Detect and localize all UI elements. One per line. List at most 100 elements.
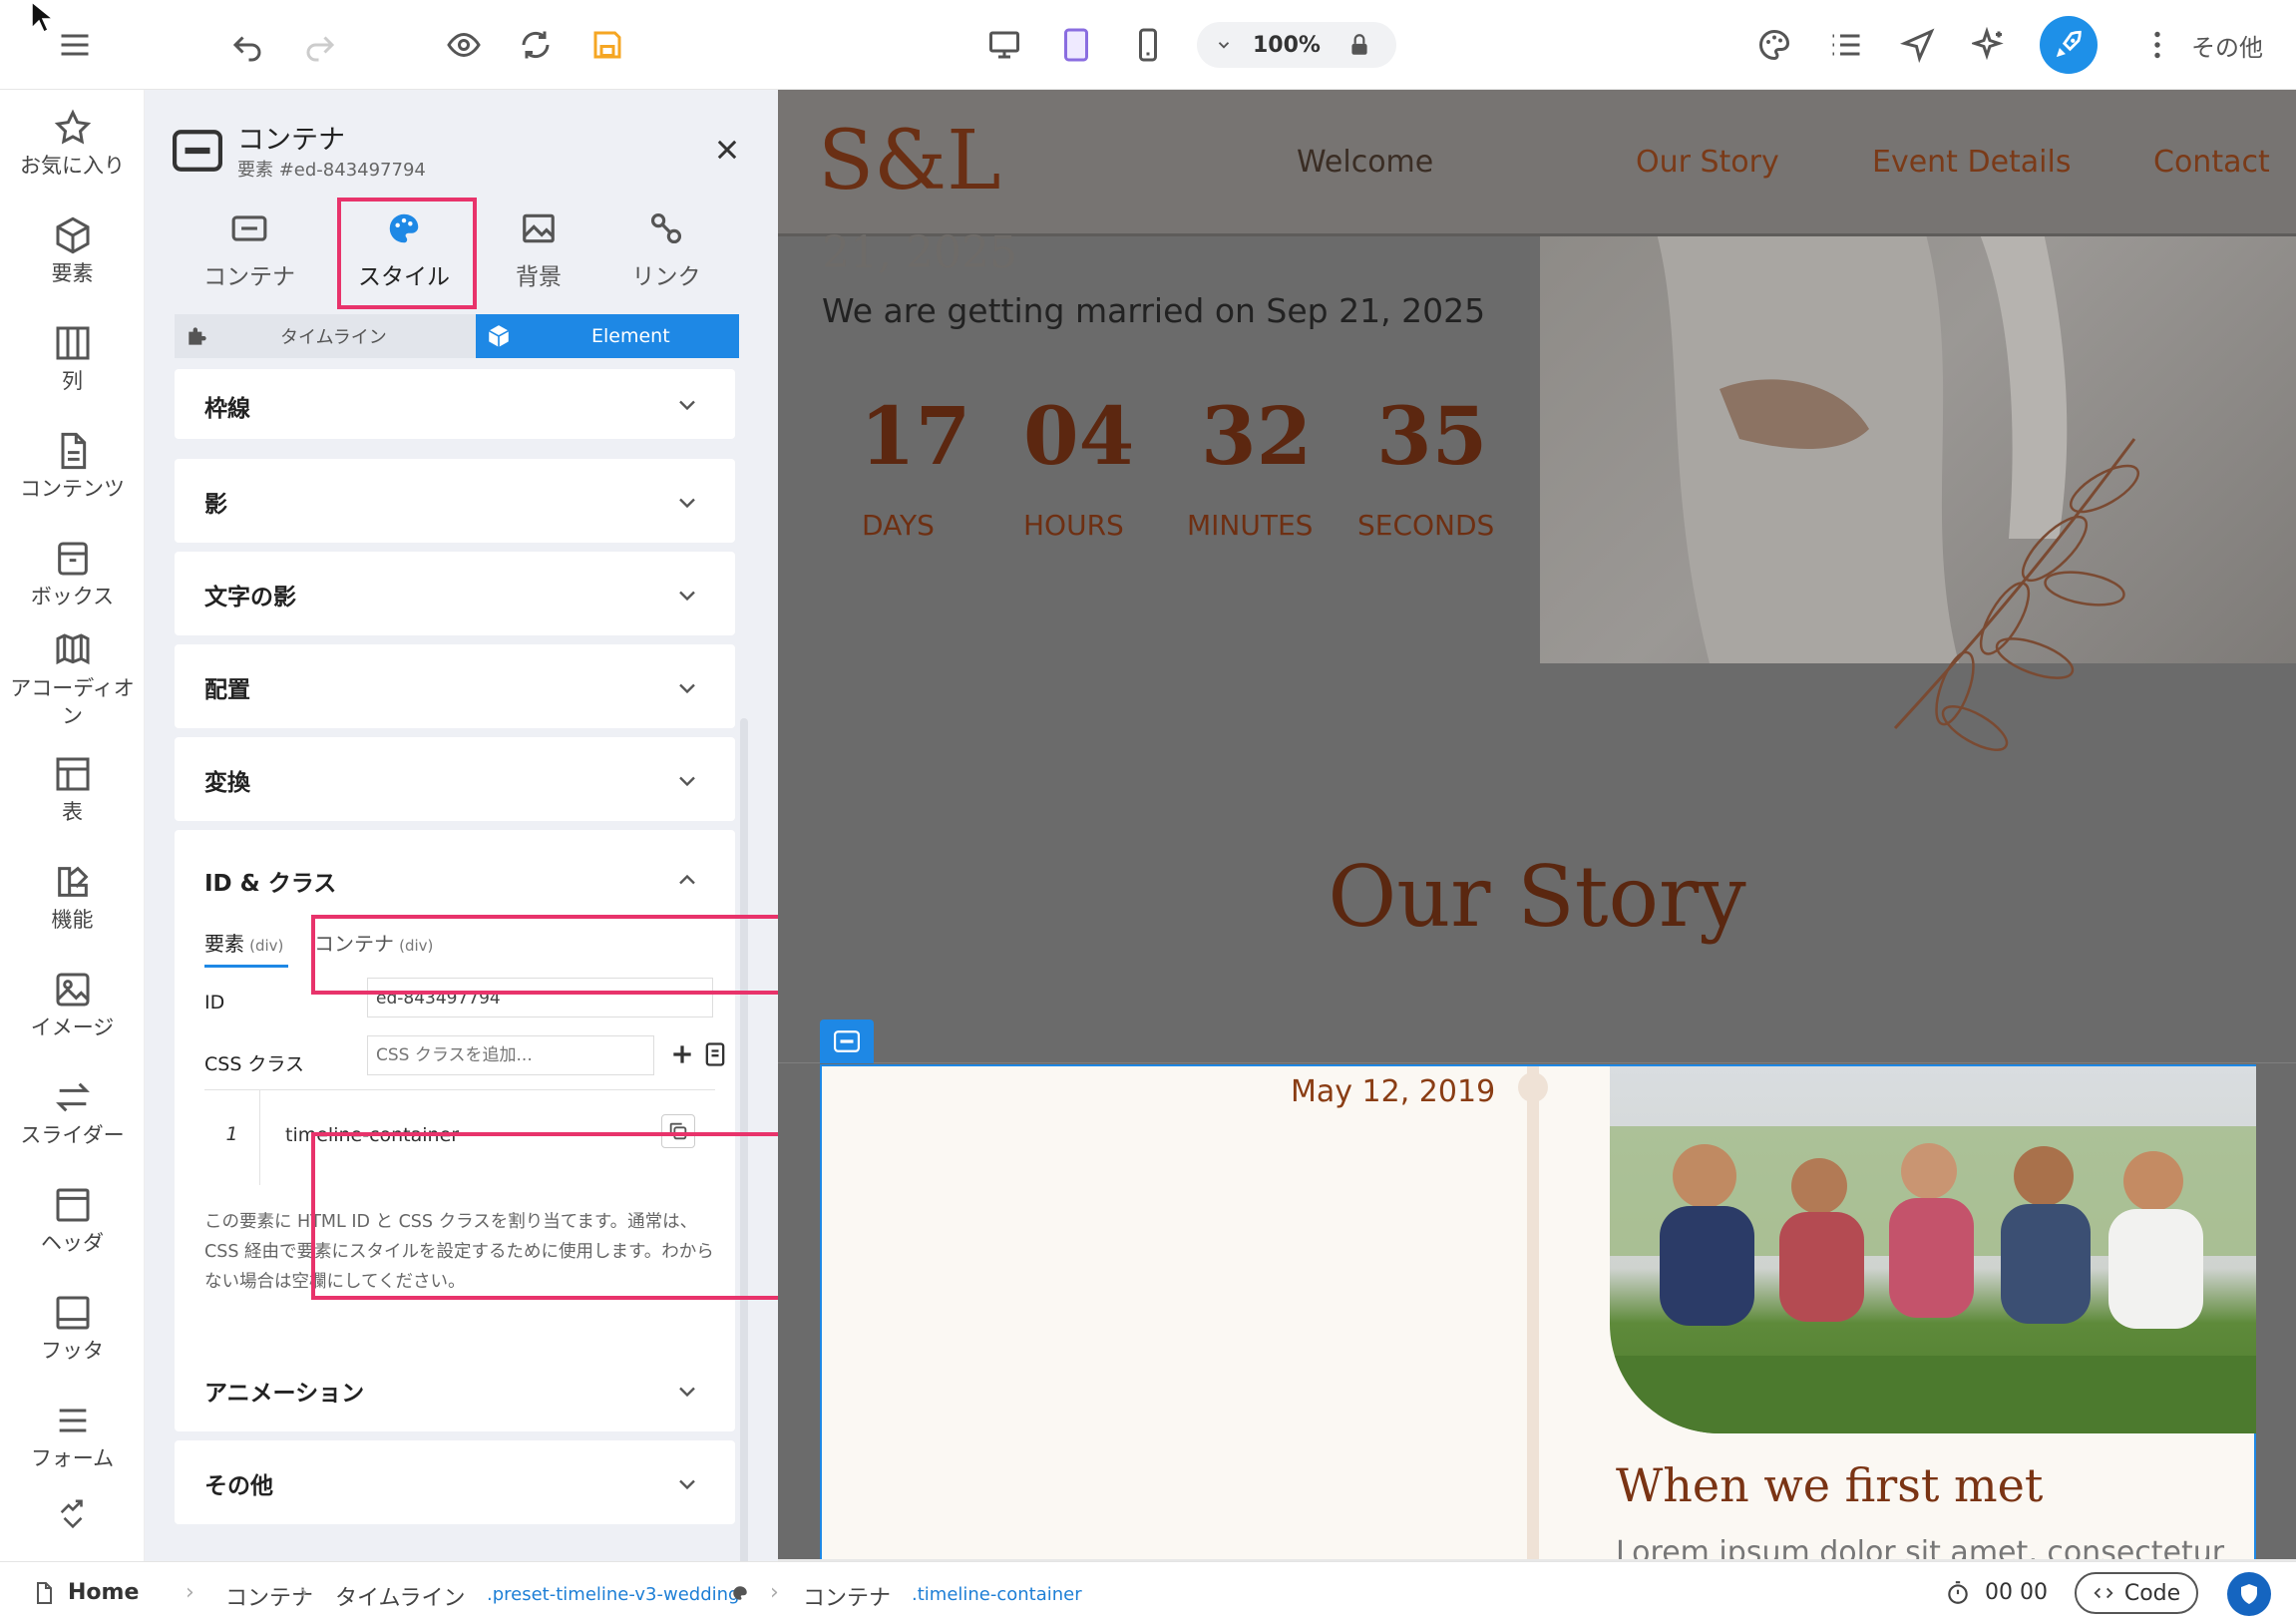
rail-item-label: ヘッダ xyxy=(41,1231,104,1255)
tablet-view-icon[interactable] xyxy=(1053,22,1099,68)
publish-rocket-button[interactable] xyxy=(2040,16,2098,74)
columns-icon xyxy=(56,326,89,360)
rail-item-contents[interactable]: コンテンツ xyxy=(0,431,145,503)
element-rail: お気に入り 要素 列 コンテンツ ボックス アコーディオン 表 機能 イメージ … xyxy=(0,90,145,1561)
section-animation[interactable]: アニメーション xyxy=(175,1348,735,1431)
selected-element-badge[interactable] xyxy=(820,1019,874,1063)
close-icon[interactable] xyxy=(713,136,741,164)
ai-sparkle-icon[interactable] xyxy=(1967,22,2013,68)
rail-item-label: アコーディオン xyxy=(10,676,135,728)
breadcrumb-container-current[interactable]: コンテナ xyxy=(803,1580,891,1612)
breadcrumb-preset-class[interactable]: .preset-timeline-v3-wedding xyxy=(487,1584,739,1605)
palette-icon[interactable] xyxy=(1751,22,1797,68)
zoom-control[interactable]: 100% xyxy=(1197,22,1396,68)
timeline-dot xyxy=(1518,1072,1548,1102)
section-title: その他 xyxy=(204,1473,273,1499)
more-dots-icon[interactable] xyxy=(2134,22,2180,68)
timeline-container-selected[interactable]: May 12, 2019 When we first met Lorem ips… xyxy=(820,1064,2256,1561)
class-library-icon[interactable] xyxy=(701,1039,729,1069)
rail-item-accordion[interactable]: アコーディオン xyxy=(0,630,145,730)
document-icon xyxy=(61,432,86,470)
link-icon xyxy=(650,212,682,244)
nav-welcome[interactable]: Welcome xyxy=(1297,145,1433,180)
preview-eye-icon[interactable] xyxy=(441,22,487,68)
segment-element[interactable]: Element xyxy=(476,314,739,358)
security-shield-button[interactable] xyxy=(2227,1572,2271,1616)
countdown-seconds-label: SECONDS xyxy=(1357,509,1495,542)
tab-container[interactable]: コンテナ xyxy=(190,209,309,304)
chevron-down-icon xyxy=(673,674,701,702)
save-icon[interactable] xyxy=(584,22,630,68)
segment-timeline[interactable]: タイムライン xyxy=(175,314,476,358)
mobile-view-icon[interactable] xyxy=(1125,22,1171,68)
add-class-plus-icon[interactable] xyxy=(669,1041,695,1067)
palette-icon xyxy=(731,1584,749,1602)
rail-item-form[interactable]: フォーム xyxy=(0,1401,145,1472)
chevron-down-icon xyxy=(673,582,701,609)
rail-item-label: イメージ xyxy=(30,1015,115,1039)
section-transform[interactable]: 変換 xyxy=(175,737,735,821)
more-label[interactable]: その他 xyxy=(2191,28,2263,63)
section-text-shadow[interactable]: 文字の影 xyxy=(175,552,735,635)
rail-item-label: スライダー xyxy=(20,1123,125,1147)
section-title: 文字の影 xyxy=(204,585,296,610)
breadcrumb-timeline[interactable]: タイムライン xyxy=(335,1580,465,1612)
rail-item-table[interactable]: 表 xyxy=(0,754,145,826)
nav-contact[interactable]: Contact xyxy=(2153,145,2270,180)
container-icon xyxy=(834,1030,860,1052)
section-align[interactable]: 配置 xyxy=(175,644,735,728)
chevron-up-icon[interactable] xyxy=(673,866,701,894)
footer-icon xyxy=(56,1296,89,1330)
table-icon xyxy=(56,757,89,791)
redo-icon[interactable] xyxy=(297,22,343,68)
zoom-value[interactable]: 100% xyxy=(1253,33,1321,58)
breadcrumb-timeline-container-class[interactable]: .timeline-container xyxy=(912,1584,1082,1605)
rail-item-label: フォーム xyxy=(30,1446,115,1470)
nav-our-story[interactable]: Our Story xyxy=(1636,145,1779,180)
breadcrumb-home[interactable]: Home xyxy=(68,1580,139,1605)
nav-event-details[interactable]: Event Details xyxy=(1872,145,2071,180)
code-button[interactable]: Code xyxy=(2075,1572,2198,1614)
list-icon[interactable] xyxy=(1823,22,1869,68)
hamburger-menu-icon[interactable] xyxy=(52,22,98,68)
segment-element-label: Element xyxy=(591,325,670,347)
lock-icon[interactable] xyxy=(1346,32,1372,58)
chevron-down-icon[interactable] xyxy=(1215,36,1245,54)
rail-item-columns[interactable]: 列 xyxy=(0,323,145,395)
css-class-input[interactable] xyxy=(367,1035,654,1075)
tab-background[interactable]: 背景 xyxy=(479,209,598,304)
rail-item-features[interactable]: 機能 xyxy=(0,862,145,934)
refresh-icon[interactable] xyxy=(513,22,559,68)
section-title: 枠線 xyxy=(204,396,250,422)
rail-item-box[interactable]: ボックス xyxy=(0,539,145,610)
rail-item-elements[interactable]: 要素 xyxy=(0,215,145,287)
navigate-icon[interactable] xyxy=(1895,22,1941,68)
section-title: 配置 xyxy=(204,677,250,703)
subtab-underline xyxy=(204,965,288,968)
section-title[interactable]: ID & クラス xyxy=(204,864,336,898)
page-canvas[interactable]: S&L Welcome Our Story Event Details Cont… xyxy=(778,90,2296,1561)
undo-icon[interactable] xyxy=(224,22,270,68)
breadcrumb-separator: › xyxy=(770,1580,779,1605)
container-icon xyxy=(173,130,222,172)
tab-link[interactable]: リンク xyxy=(606,209,726,304)
desktop-view-icon[interactable] xyxy=(981,22,1027,68)
rail-item-slider[interactable]: スライダー xyxy=(0,1077,145,1149)
site-brand-logo[interactable]: S&L xyxy=(818,114,1001,208)
container-icon xyxy=(231,215,267,241)
rail-item-image[interactable]: イメージ xyxy=(0,970,145,1041)
section-shadow[interactable]: 影 xyxy=(175,459,735,543)
section-other[interactable]: その他 xyxy=(175,1440,735,1524)
breadcrumb-separator: › xyxy=(299,1580,308,1605)
subtab-element[interactable]: 要素 (div) xyxy=(204,928,288,968)
code-button-label: Code xyxy=(2123,1580,2181,1606)
settings-panel: コンテナ 要素 #ed-843497794 コンテナ スタイル 背景 リンク タ… xyxy=(145,90,883,1616)
style-tab-highlight xyxy=(337,198,477,309)
rail-item-favorites[interactable]: お気に入り xyxy=(0,108,145,180)
rail-more-trend[interactable] xyxy=(0,1498,145,1532)
rail-item-footer[interactable]: フッタ xyxy=(0,1293,145,1365)
css-class-label: CSS クラス xyxy=(204,1053,305,1075)
rail-item-header[interactable]: ヘッダ xyxy=(0,1185,145,1257)
section-title: 変換 xyxy=(204,770,250,796)
section-border[interactable]: 枠線 xyxy=(175,369,735,439)
